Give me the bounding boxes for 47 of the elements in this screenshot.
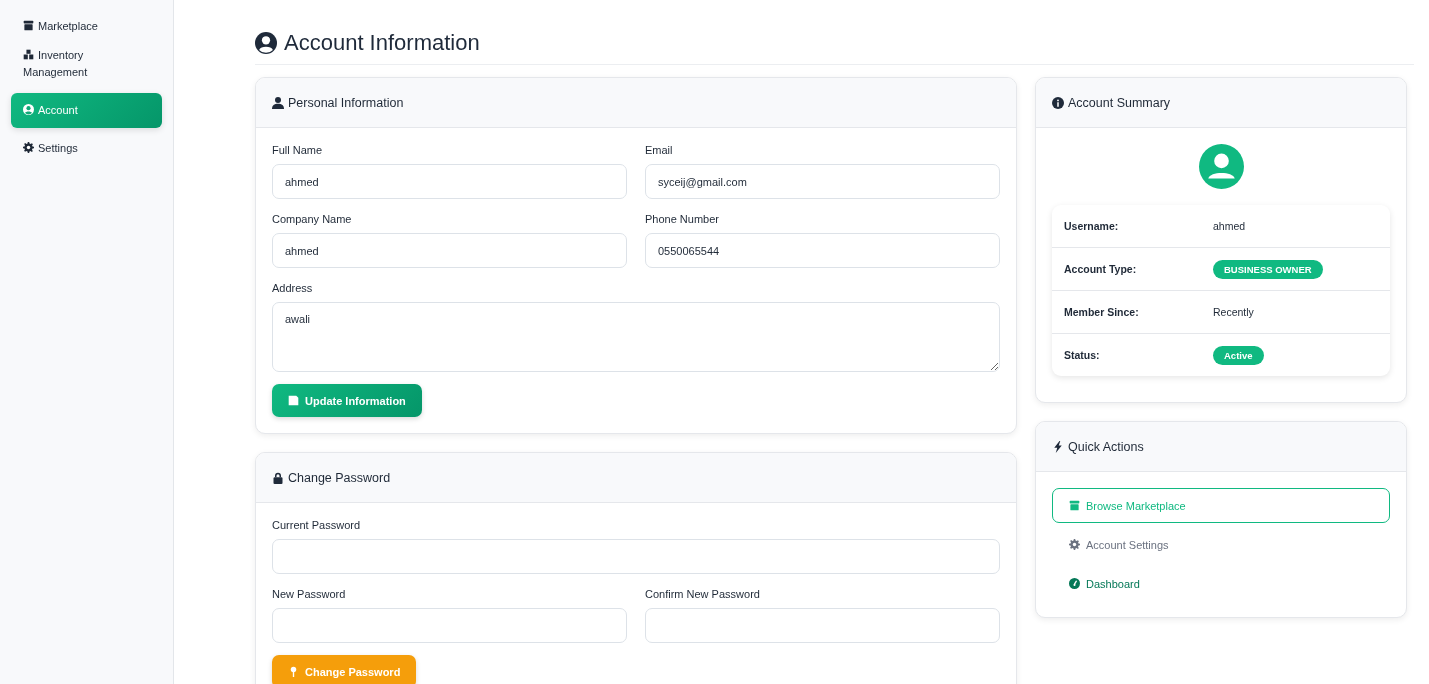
- field-label: Phone Number: [645, 213, 720, 225]
- user-icon: [272, 96, 284, 109]
- page-title: Account Information: [284, 30, 480, 56]
- gauge-icon: [1069, 578, 1080, 589]
- quick-action-link[interactable]: Dashboard: [1052, 566, 1390, 601]
- input-field[interactable]: ahmed: [272, 233, 627, 268]
- input-field[interactable]: [645, 608, 1000, 643]
- field-label: Company Name: [272, 213, 353, 225]
- card-title: Account Summary: [1068, 95, 1171, 110]
- field-label: Address: [272, 282, 314, 294]
- row-label: Member Since:: [1064, 306, 1140, 318]
- field-label: Current Password: [272, 519, 362, 531]
- row-label: Status:: [1064, 349, 1101, 361]
- gear-icon: [23, 142, 34, 153]
- store-icon: [1069, 500, 1080, 511]
- input-field[interactable]: ahmed: [272, 164, 627, 199]
- field-label: Full Name: [272, 144, 324, 156]
- card-title: Personal Information: [288, 95, 404, 110]
- avatar-icon: [1198, 144, 1244, 189]
- field-label: Confirm New Password: [645, 588, 761, 600]
- user-circle-icon: [23, 104, 34, 115]
- input-field[interactable]: [272, 608, 627, 643]
- row-label: Account Type:: [1064, 263, 1138, 275]
- card-title: Change Password: [288, 470, 391, 485]
- text-area[interactable]: awali: [272, 302, 1000, 372]
- field-label: New Password: [272, 588, 347, 600]
- store-icon: [23, 20, 34, 31]
- input-field[interactable]: syceij@gmail.com: [645, 164, 1000, 199]
- sidebar-item[interactable]: Marketplace: [11, 14, 162, 39]
- lightning-bolt-icon: [1052, 440, 1064, 453]
- row-label: Username:: [1064, 220, 1120, 232]
- status-badge: Active: [1213, 345, 1264, 365]
- status-badge: BUSINESS OWNER: [1213, 259, 1323, 279]
- lock-icon: [272, 471, 284, 484]
- field-label: Email: [645, 144, 674, 156]
- quick-action-link[interactable]: Account Settings: [1052, 527, 1390, 562]
- user-circle-icon: [255, 32, 277, 54]
- card-title: Quick Actions: [1068, 439, 1144, 454]
- row-value: ahmed: [1213, 220, 1246, 232]
- gear-icon: [1069, 539, 1080, 550]
- sidebar-item[interactable]: Inventory Management: [11, 43, 162, 85]
- sidebar-item[interactable]: Settings: [11, 136, 162, 161]
- info-icon: [1052, 96, 1064, 109]
- boxes-icon: [23, 49, 34, 60]
- input-field[interactable]: 0550065544: [645, 233, 1000, 268]
- row-value: Recently: [1213, 306, 1254, 318]
- input-field[interactable]: [272, 539, 1000, 574]
